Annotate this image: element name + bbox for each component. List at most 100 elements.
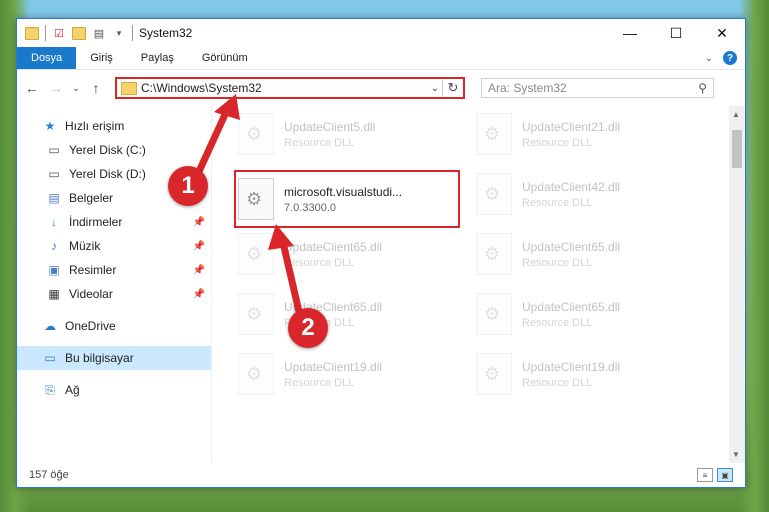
nav-item-videos[interactable]: ▦ Videolar 📌 <box>17 282 211 306</box>
details-view-icon[interactable]: ≡ <box>697 468 713 482</box>
nav-item-network[interactable]: ⎘ Ağ <box>17 378 211 402</box>
tab-file[interactable]: Dosya <box>17 47 77 69</box>
quick-access-toolbar: ☑ ▤ ▾ <box>17 25 133 41</box>
dll-file-icon <box>238 353 274 395</box>
vertical-scrollbar[interactable]: ▲ ▼ <box>729 106 745 463</box>
file-tile[interactable]: UpdateClient19.dll Resource DLL <box>232 346 462 402</box>
nav-item-label: Yerel Disk (C:) <box>69 143 146 157</box>
network-icon: ⎘ <box>45 382 55 397</box>
file-tile[interactable]: UpdateClient19.dll Resource DLL <box>470 346 700 402</box>
properties-icon[interactable]: ☑ <box>52 26 66 40</box>
nav-item-label: Ağ <box>65 383 80 397</box>
pin-icon[interactable]: 📌 <box>193 289 205 300</box>
ribbon-tabs: Dosya Giriş Paylaş Görünüm ⌄ ? <box>17 47 745 70</box>
pin-icon[interactable]: 📌 <box>193 217 205 228</box>
nav-item-onedrive[interactable]: ☁ OneDrive <box>17 314 211 338</box>
callout-badge-1: 1 <box>168 166 208 206</box>
file-type: Resource DLL <box>522 316 593 329</box>
tab-home[interactable]: Giriş <box>76 47 127 69</box>
documents-icon: ▤ <box>48 191 60 205</box>
nav-item-downloads[interactable]: ↓ İndirmeler 📌 <box>17 210 211 234</box>
file-tile[interactable]: UpdateClient65.dll Resource DLL <box>232 226 462 282</box>
video-icon: ▦ <box>48 287 60 301</box>
search-placeholder: Ara: System32 <box>488 81 567 95</box>
address-row: ← → ⌄ ↑ C:\Windows\System32 ⌄ ↻ Ara: Sys… <box>17 70 745 106</box>
file-tile[interactable]: UpdateClient21.dll Resource DLL <box>470 106 700 162</box>
dll-file-icon <box>238 233 274 275</box>
nav-item-music[interactable]: ♪ Müzik 📌 <box>17 234 211 258</box>
scroll-thumb[interactable] <box>732 130 742 168</box>
file-type: Resource DLL <box>522 256 593 269</box>
file-tile[interactable]: UpdateClient42.dll Resource DLL <box>470 166 700 222</box>
drive-icon: ▭ <box>48 167 60 181</box>
divider <box>45 25 46 41</box>
window-title: System32 <box>139 26 193 40</box>
star-icon: ★ <box>44 119 56 133</box>
search-icon: ⚲ <box>698 81 707 95</box>
file-tile[interactable]: UpdateClient65.dll Resource DLL <box>470 286 700 342</box>
nav-item-label: Bu bilgisayar <box>65 351 134 365</box>
file-name: UpdateClient19.dll <box>284 359 383 374</box>
nav-item-this-pc[interactable]: ▭ Bu bilgisayar <box>17 346 211 370</box>
window-controls: — ☐ ✕ <box>607 19 745 47</box>
ribbon-meta: ⌄ ? <box>705 47 745 69</box>
nav-item-label: Hızlı erişim <box>65 119 125 133</box>
computer-icon: ▭ <box>44 351 56 365</box>
up-arrow-icon[interactable]: ↑ <box>87 80 105 96</box>
search-input[interactable]: Ara: System32 ⚲ <box>481 78 714 98</box>
customize-toolbar-icon[interactable]: ▤ <box>92 26 106 40</box>
refresh-icon[interactable]: ↻ <box>442 79 463 97</box>
nav-item-local-disk-c[interactable]: ▭ Yerel Disk (C:) <box>17 138 211 162</box>
pin-icon[interactable]: 📌 <box>193 241 205 252</box>
nav-item-label: Videolar <box>69 287 113 301</box>
drive-icon: ▭ <box>48 143 60 157</box>
new-folder-icon[interactable] <box>72 26 86 40</box>
file-type: Resource DLL <box>284 256 355 269</box>
dll-file-icon <box>238 113 274 155</box>
file-name: UpdateClient42.dll <box>522 179 621 194</box>
scroll-down-icon[interactable]: ▼ <box>732 450 740 459</box>
nav-item-label: Müzik <box>69 239 101 253</box>
large-icons-view-icon[interactable]: ▣ <box>717 468 733 482</box>
file-tile[interactable]: UpdateClient5.dll Resource DLL <box>232 106 462 162</box>
tab-view[interactable]: Görünüm <box>188 47 262 69</box>
file-name: UpdateClient65.dll <box>522 299 621 314</box>
chevron-down-icon[interactable]: ▾ <box>112 26 126 40</box>
address-bar[interactable]: C:\Windows\System32 ⌄ ↻ <box>115 77 465 99</box>
file-tile[interactable]: UpdateClient65.dll Resource DLL <box>470 226 700 282</box>
download-icon: ↓ <box>51 215 57 229</box>
recent-locations-icon[interactable]: ⌄ <box>71 83 81 94</box>
nav-item-pictures[interactable]: ▣ Resimler 📌 <box>17 258 211 282</box>
file-tile[interactable]: UpdateClient65.dll Resource DLL <box>232 286 462 342</box>
file-type: Resource DLL <box>522 136 593 149</box>
close-button[interactable]: ✕ <box>699 19 745 47</box>
maximize-button[interactable]: ☐ <box>653 19 699 47</box>
explorer-body: ★ Hızlı erişim ▭ Yerel Disk (C:) ▭ Yerel… <box>17 106 745 463</box>
minimize-button[interactable]: — <box>607 19 653 47</box>
nav-item-label: İndirmeler <box>69 215 123 229</box>
dll-file-icon <box>476 353 512 395</box>
chevron-down-icon[interactable]: ⌄ <box>428 83 442 94</box>
nav-item-quick-access[interactable]: ★ Hızlı erişim <box>17 114 211 138</box>
view-switcher: ≡ ▣ <box>697 468 733 482</box>
file-type: Resource DLL <box>284 136 355 149</box>
status-bar: 157 öğe ≡ ▣ <box>17 463 745 487</box>
pin-icon[interactable]: 📌 <box>193 265 205 276</box>
file-list: UpdateClient5.dll Resource DLL UpdateCli… <box>212 106 745 463</box>
dll-file-icon <box>476 293 512 335</box>
expand-ribbon-icon[interactable]: ⌄ <box>705 53 713 64</box>
item-count: 157 öğe <box>29 469 69 481</box>
callout-badge-2: 2 <box>288 308 328 348</box>
file-name: UpdateClient65.dll <box>522 239 621 254</box>
scroll-up-icon[interactable]: ▲ <box>732 110 740 119</box>
help-icon[interactable]: ? <box>723 51 737 65</box>
forward-arrow-icon[interactable]: → <box>47 80 65 96</box>
file-type: Resource DLL <box>284 376 355 389</box>
dll-file-icon <box>238 293 274 335</box>
tab-share[interactable]: Paylaş <box>127 47 188 69</box>
address-path[interactable]: C:\Windows\System32 <box>141 81 428 95</box>
back-arrow-icon[interactable]: ← <box>23 80 41 96</box>
divider <box>132 25 133 41</box>
